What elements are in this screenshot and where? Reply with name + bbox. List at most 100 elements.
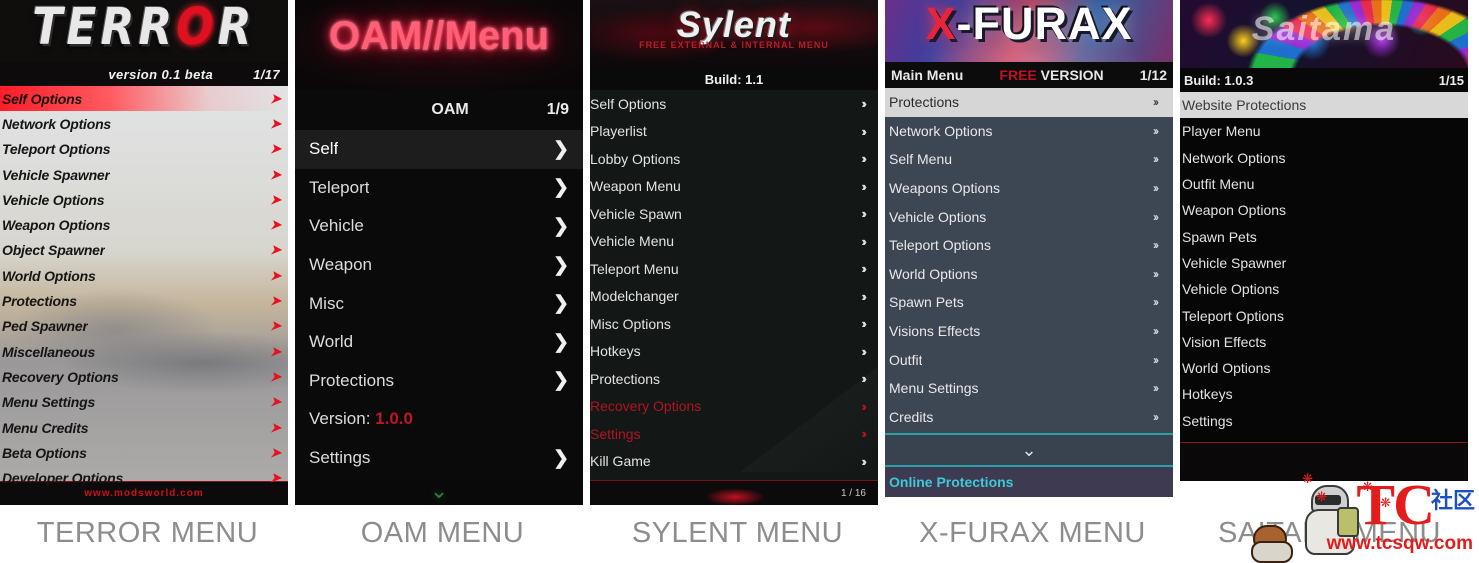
saitama-item-1[interactable]: Player Menu bbox=[1180, 118, 1468, 144]
xfurax-item-1[interactable]: Network Options ›› bbox=[885, 117, 1173, 146]
oam-item-8[interactable]: Settings ❯ bbox=[295, 439, 583, 478]
saitama-item-5[interactable]: Spawn Pets bbox=[1180, 223, 1468, 249]
chevron-right-icon: ❯ bbox=[553, 215, 569, 237]
sylent-item-label: Protections bbox=[590, 370, 661, 387]
sylent-item-0[interactable]: Self Options ›› bbox=[590, 90, 878, 118]
xfurax-item-label: Visions Effects bbox=[889, 323, 981, 340]
terror-item-4[interactable]: Vehicle Options ➤ bbox=[0, 187, 288, 212]
oam-item-3[interactable]: Weapon ❯ bbox=[295, 246, 583, 285]
sylent-list-area: Self Options ›› Playerlist ›› Lobby Option… bbox=[590, 90, 878, 480]
xfurax-item-9[interactable]: Outfit ›› bbox=[885, 345, 1173, 374]
sylent-footer-glow bbox=[705, 488, 766, 505]
terror-item-1[interactable]: Network Options ➤ bbox=[0, 111, 288, 136]
sylent-item-11[interactable]: Recovery Options ›› bbox=[590, 393, 878, 421]
terror-logo-post: R bbox=[217, 0, 256, 57]
chevron-double-right-icon: ›› bbox=[861, 206, 866, 222]
sylent-subbar: Build: 1.1 bbox=[590, 68, 878, 90]
sylent-item-6[interactable]: Teleport Menu ›› bbox=[590, 255, 878, 283]
terror-item-label: Protections bbox=[2, 293, 77, 310]
xfurax-item-label: World Options bbox=[889, 265, 978, 282]
sylent-item-2[interactable]: Lobby Options ›› bbox=[590, 145, 878, 173]
xfurax-version-label: VERSION bbox=[1040, 67, 1104, 83]
oam-item-4[interactable]: Misc ❯ bbox=[295, 284, 583, 323]
chevron-right-icon: ❯ bbox=[553, 177, 569, 199]
terror-item-8[interactable]: Protections ➤ bbox=[0, 288, 288, 313]
saitama-item-label: Outfit Menu bbox=[1182, 176, 1255, 193]
oam-item-0[interactable]: Self ❯ bbox=[295, 130, 583, 169]
saitama-item-0[interactable]: Website Protections bbox=[1180, 92, 1468, 119]
sylent-item-13[interactable]: Kill Game ›› bbox=[590, 448, 878, 476]
saitama-item-11[interactable]: Hotkeys bbox=[1180, 381, 1468, 407]
xfurax-item-7[interactable]: Spawn Pets ›› bbox=[885, 288, 1173, 317]
terror-item-5[interactable]: Weapon Options ➤ bbox=[0, 212, 288, 237]
xfurax-item-3[interactable]: Weapons Options ›› bbox=[885, 174, 1173, 203]
oam-item-5[interactable]: World ❯ bbox=[295, 323, 583, 362]
sylent-item-label: Settings bbox=[590, 425, 641, 442]
saitama-item-label: Vision Effects bbox=[1182, 333, 1267, 350]
chevron-down-icon[interactable]: ⌄ bbox=[295, 480, 583, 502]
oam-item-6[interactable]: Protections ❯ bbox=[295, 362, 583, 401]
terror-item-label: Beta Options bbox=[2, 444, 87, 461]
saitama-item-3[interactable]: Outfit Menu bbox=[1180, 171, 1468, 197]
saitama-item-8[interactable]: Teleport Options bbox=[1180, 302, 1468, 328]
terror-item-label: Object Spawner bbox=[2, 242, 106, 259]
oam-item-label: Vehicle bbox=[309, 216, 364, 236]
sylent-footer: 1 / 16 bbox=[590, 480, 878, 505]
sylent-menu-window: Sylent FREE EXTERNAL & INTERNAL MENU Bui… bbox=[590, 0, 878, 505]
xfurax-item-0[interactable]: Protections ›› bbox=[885, 88, 1173, 117]
chevron-double-right-icon: ›› bbox=[861, 96, 866, 112]
terror-item-14[interactable]: Beta Options ➤ bbox=[0, 440, 288, 465]
oam-item-2[interactable]: Vehicle ❯ bbox=[295, 207, 583, 246]
saitama-item-2[interactable]: Network Options bbox=[1180, 145, 1468, 171]
terror-item-11[interactable]: Recovery Options ➤ bbox=[0, 364, 288, 389]
saitama-item-6[interactable]: Vehicle Spawner bbox=[1180, 250, 1468, 276]
oam-item-1[interactable]: Teleport ❯ bbox=[295, 169, 583, 208]
chevron-right-icon: ➤ bbox=[270, 470, 281, 486]
saitama-item-7[interactable]: Vehicle Options bbox=[1180, 276, 1468, 302]
terror-item-2[interactable]: Teleport Options ➤ bbox=[0, 137, 288, 162]
saitama-item-4[interactable]: Weapon Options bbox=[1180, 197, 1468, 223]
saitama-item-label: Teleport Options bbox=[1182, 307, 1284, 324]
sylent-item-label: Vehicle Menu bbox=[590, 233, 675, 250]
sylent-item-7[interactable]: Modelchanger ›› bbox=[590, 283, 878, 311]
terror-item-3[interactable]: Vehicle Spawner ➤ bbox=[0, 162, 288, 187]
oam-item-list: Self ❯ Teleport ❯ Vehicle ❯ Weapon ❯ Misc ❯ W… bbox=[295, 130, 583, 480]
saitama-item-12[interactable]: Settings bbox=[1180, 408, 1468, 434]
oam-item-label: Misc bbox=[309, 293, 344, 313]
saitama-item-10[interactable]: World Options bbox=[1180, 355, 1468, 381]
terror-item-0[interactable]: Self Options ➤ bbox=[0, 86, 288, 112]
xfurax-item-4[interactable]: Vehicle Options ›› bbox=[885, 202, 1173, 231]
xfurax-item-11[interactable]: Credits ›› bbox=[885, 403, 1173, 432]
terror-item-15[interactable]: Developer Options ➤ bbox=[0, 465, 288, 490]
chevron-right-icon: ➤ bbox=[270, 368, 281, 384]
terror-item-12[interactable]: Menu Settings ➤ bbox=[0, 390, 288, 415]
sylent-item-4[interactable]: Vehicle Spawn ›› bbox=[590, 200, 878, 228]
chevron-double-right-icon: ›› bbox=[1153, 381, 1159, 396]
terror-item-6[interactable]: Object Spawner ➤ bbox=[0, 238, 288, 263]
xfurax-item-5[interactable]: Teleport Options ›› bbox=[885, 231, 1173, 260]
sylent-item-12[interactable]: Settings ›› bbox=[590, 420, 878, 448]
oam-item-label: Settings bbox=[309, 448, 371, 468]
saitama-item-label: Player Menu bbox=[1182, 123, 1261, 140]
xfurax-item-2[interactable]: Self Menu ›› bbox=[885, 145, 1173, 174]
xfurax-scroll-indicator[interactable]: ⌄ bbox=[885, 433, 1173, 467]
terror-item-9[interactable]: Ped Spawner ➤ bbox=[0, 314, 288, 339]
sylent-item-5[interactable]: Vehicle Menu ›› bbox=[590, 228, 878, 256]
sylent-item-10[interactable]: Protections ›› bbox=[590, 365, 878, 393]
xfurax-item-10[interactable]: Menu Settings ›› bbox=[885, 374, 1173, 403]
terror-item-10[interactable]: Miscellaneous ➤ bbox=[0, 339, 288, 364]
chevron-double-right-icon: ›› bbox=[861, 453, 866, 469]
sylent-item-8[interactable]: Misc Options ›› bbox=[590, 310, 878, 338]
xfurax-item-8[interactable]: Visions Effects ›› bbox=[885, 317, 1173, 346]
sylent-item-3[interactable]: Weapon Menu ›› bbox=[590, 173, 878, 201]
sylent-item-1[interactable]: Playerlist ›› bbox=[590, 118, 878, 146]
chevron-right-icon: ❯ bbox=[553, 447, 569, 469]
chevron-double-right-icon: ›› bbox=[1153, 238, 1159, 253]
xfurax-item-6[interactable]: World Options ›› bbox=[885, 260, 1173, 289]
sylent-build: Build: 1.1 bbox=[704, 71, 764, 87]
saitama-item-9[interactable]: Vision Effects bbox=[1180, 329, 1468, 355]
sylent-item-9[interactable]: Hotkeys ›› bbox=[590, 338, 878, 366]
terror-item-7[interactable]: World Options ➤ bbox=[0, 263, 288, 288]
terror-item-13[interactable]: Menu Credits ➤ bbox=[0, 415, 288, 440]
oam-menu-window: OAM//Menu OAM 1/9 Self ❯ Teleport ❯ Vehicl… bbox=[295, 0, 583, 505]
